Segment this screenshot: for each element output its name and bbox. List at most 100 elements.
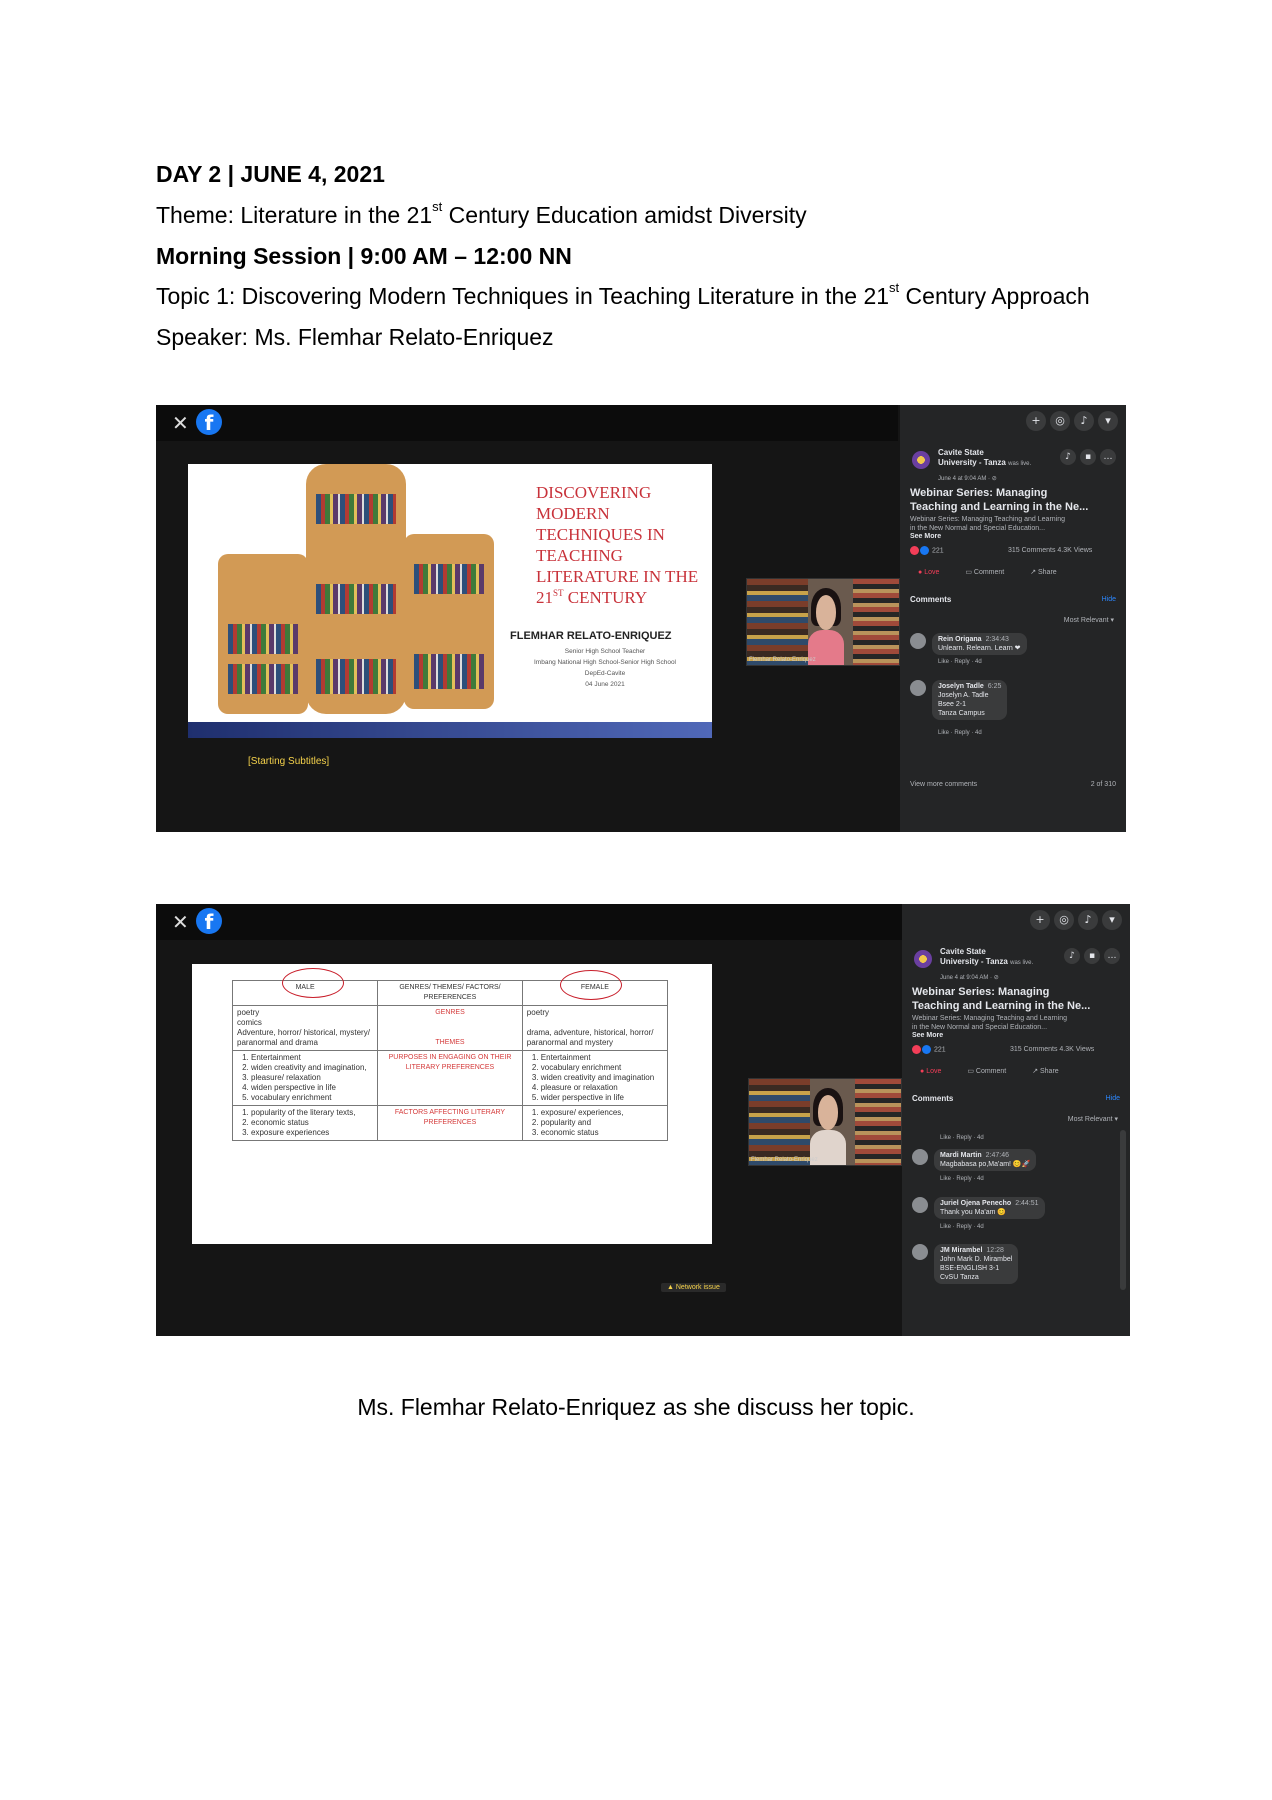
most-relevant-dropdown[interactable]: Most Relevant ▾ <box>1064 616 1114 624</box>
figure-caption: Ms. Flemhar Relato-Enriquez as she discu… <box>357 1394 915 1420</box>
top-icons: + ◎ ♪ ▾ <box>1026 910 1122 930</box>
post-actions: ● Love ▭ Comment ↗ Share <box>918 568 1081 576</box>
plus-icon[interactable]: + <box>1026 411 1046 431</box>
slide-speaker-name: FLEMHAR RELATO-ENRIQUEZ <box>510 630 672 642</box>
post-stats[interactable]: 315 Comments 4.3K Views <box>1008 547 1092 554</box>
view-more-comments[interactable]: View more comments <box>910 781 977 788</box>
bell-icon[interactable]: ♪ <box>1060 449 1076 465</box>
post-description: Webinar Series: Managing Teaching and Le… <box>912 1015 1068 1031</box>
avatar[interactable] <box>912 1149 928 1165</box>
hide-link[interactable]: Hide <box>1106 1095 1120 1102</box>
like-reply[interactable]: Like · Reply · 4d <box>938 659 982 665</box>
avatar[interactable] <box>912 1197 928 1213</box>
literary-preferences-table: MALE GENRES/ THEMES/ FACTORS/ PREFERENCE… <box>231 980 669 1141</box>
annotation-circle <box>282 968 344 998</box>
theme-line: Theme: Literature in the 21st Century Ed… <box>156 199 807 228</box>
table-cell: poetry comics Adventure, horror/ historica… <box>231 1005 379 1051</box>
screenshot-2: ✕ f MALE GENRES/ THEMES/ FACTORS/ PREFER… <box>156 904 1130 1336</box>
share-button[interactable]: ↗ Share <box>1030 569 1069 576</box>
see-more-link[interactable]: See More <box>912 1032 943 1039</box>
session-line: Morning Session | 9:00 AM – 12:00 NN <box>156 243 572 269</box>
network-issue-badge: ▲ Network issue <box>661 1283 726 1292</box>
reaction-count[interactable]: 221 <box>910 546 944 555</box>
facebook-live-sidebar: + ◎ ♪ ▾ Cavite State University - Tanza was … <box>902 904 1130 1336</box>
love-button[interactable]: ● Love <box>918 569 951 576</box>
table-cell: Entertainmentwiden creativity and imagin… <box>231 1050 379 1106</box>
table-cell: poetry drama, adventure, historical, horr… <box>521 1005 669 1051</box>
facebook-icon[interactable]: f <box>196 908 222 934</box>
page-name[interactable]: Cavite State University - Tanza was live. <box>940 947 1033 968</box>
presentation-slide: MALE GENRES/ THEMES/ FACTORS/ PREFERENCE… <box>192 964 712 1244</box>
reaction-count[interactable]: 221 <box>912 1045 946 1054</box>
page-avatar[interactable] <box>914 950 932 968</box>
like-reply[interactable]: Like · Reply · 4d <box>940 1135 984 1141</box>
chevron-down-icon[interactable]: ▾ <box>1102 910 1122 930</box>
table-cell: FACTORS AFFECTING LITERARY PREFERENCES <box>377 1105 523 1141</box>
presentation-slide: DISCOVERING MODERN TECHNIQUES IN TEACHIN… <box>188 464 712 738</box>
post-title: Webinar Series: Managing Teaching and Lea… <box>910 487 1089 513</box>
table-cell: popularity of the literary texts,economi… <box>231 1105 379 1141</box>
table-cell: Entertainmentvocabulary enrichmentwiden … <box>521 1050 669 1106</box>
more-icon[interactable]: … <box>1104 948 1120 964</box>
bell-icon[interactable]: ♪ <box>1074 411 1094 431</box>
bookmark-icon[interactable]: ▪ <box>1084 948 1100 964</box>
messenger-icon[interactable]: ◎ <box>1050 411 1070 431</box>
comment-count: 2 of 310 <box>1090 781 1116 788</box>
post-time: June 4 at 9:04 AM · ⊘ <box>938 476 997 482</box>
post-description: Webinar Series: Managing Teaching and Le… <box>910 516 1066 532</box>
topic-line: Topic 1: Discovering Modern Techniques i… <box>156 280 1090 309</box>
facebook-icon[interactable]: f <box>196 409 222 435</box>
speaker-line: Speaker: Ms. Flemhar Relato-Enriquez <box>156 324 554 350</box>
more-icon[interactable]: … <box>1100 449 1116 465</box>
table-cell: exposure/ experiences,popularity andecon… <box>521 1105 669 1141</box>
comments-heading: Comments <box>910 595 952 604</box>
slide-title: DISCOVERING MODERN TECHNIQUES IN TEACHIN… <box>536 483 699 607</box>
page-icons: ♪ ▪… <box>1056 449 1116 465</box>
see-more-link[interactable]: See More <box>910 533 941 540</box>
love-button[interactable]: ● Love <box>920 1068 953 1075</box>
hide-link[interactable]: Hide <box>1102 596 1116 603</box>
table-cell: GENRES THEMES <box>377 1005 523 1051</box>
post-stats[interactable]: 315 Comments 4.3K Views <box>1010 1046 1094 1053</box>
most-relevant-dropdown[interactable]: Most Relevant ▾ <box>1068 1115 1118 1123</box>
video-topbar <box>156 904 902 940</box>
post-actions: ● Love ▭ Comment ↗ Share <box>920 1067 1083 1075</box>
avatar[interactable] <box>910 633 926 649</box>
post-time: June 4 at 9:04 AM · ⊘ <box>940 975 999 981</box>
like-reply[interactable]: Like · Reply · 4d <box>940 1176 984 1182</box>
avatar[interactable] <box>910 680 926 696</box>
day-heading: DAY 2 | JUNE 4, 2021 <box>156 161 385 187</box>
messenger-icon[interactable]: ◎ <box>1054 910 1074 930</box>
page-name[interactable]: Cavite State University - Tanza was live. <box>938 448 1031 469</box>
plus-icon[interactable]: + <box>1030 910 1050 930</box>
table-header: GENRES/ THEMES/ FACTORS/ PREFERENCES <box>377 980 523 1006</box>
comments-scrollbar[interactable] <box>1120 1130 1126 1290</box>
close-icon[interactable]: ✕ <box>172 411 189 435</box>
page-icons: ♪ ▪… <box>1060 948 1120 964</box>
share-button[interactable]: ↗ Share <box>1032 1068 1071 1075</box>
post-title: Webinar Series: Managing Teaching and Lea… <box>912 986 1091 1012</box>
slide-speaker-info: Senior High School Teacher Imbang Nation… <box>534 648 676 688</box>
screenshot-1: ✕ f DISCOVERING MODERN TECHNIQUES IN TEA… <box>156 405 1126 832</box>
top-icons: + ◎ ♪ ▾ <box>1022 411 1118 431</box>
chevron-down-icon[interactable]: ▾ <box>1098 411 1118 431</box>
video-topbar <box>156 405 898 441</box>
bell-icon[interactable]: ♪ <box>1064 948 1080 964</box>
bookmark-icon[interactable]: ▪ <box>1080 449 1096 465</box>
comments-heading: Comments <box>912 1094 954 1103</box>
facebook-live-sidebar: + ◎ ♪ ▾ Cavite State University - Tanza was … <box>900 405 1126 832</box>
like-reply[interactable]: Like · Reply · 4d <box>938 730 982 736</box>
comment-button[interactable]: ▭ Comment <box>967 1068 1018 1075</box>
table-cell: PURPOSES IN ENGAGING ON THEIR LITERARY P… <box>377 1050 523 1106</box>
speaker-camera: Flemhar Relato-Enriquez <box>746 578 900 666</box>
like-reply[interactable]: Like · Reply · 4d <box>940 1224 984 1230</box>
avatar[interactable] <box>912 1244 928 1260</box>
close-icon[interactable]: ✕ <box>172 910 189 934</box>
annotation-circle <box>560 970 622 1000</box>
page-avatar[interactable] <box>912 451 930 469</box>
bell-icon[interactable]: ♪ <box>1078 910 1098 930</box>
subtitles-label: [Starting Subtitles] <box>248 756 330 767</box>
comment-button[interactable]: ▭ Comment <box>965 569 1016 576</box>
speaker-camera: Flemhar Relato-Enriquez <box>748 1078 902 1166</box>
slide-footer-bar <box>188 722 712 738</box>
